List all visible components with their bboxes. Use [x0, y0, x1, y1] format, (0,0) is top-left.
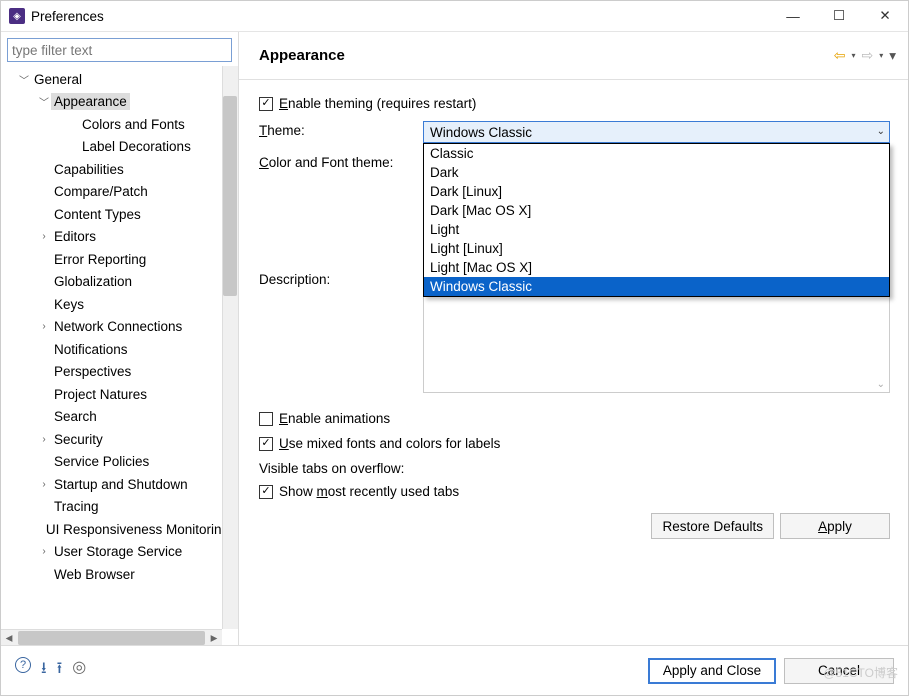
tree-item-keys[interactable]: Keys	[7, 293, 238, 316]
show-mru-row: Show most recently used tabs	[259, 484, 890, 499]
nav-history: ⇦ ▾ ⇨ ▾ ▾	[832, 47, 898, 64]
tree-item-service-policies[interactable]: Service Policies	[7, 451, 238, 474]
nav-forward-icon[interactable]: ⇨	[859, 47, 875, 64]
titlebar: ◈ Preferences — ☐ ✕	[1, 1, 908, 31]
theme-option[interactable]: Light	[424, 220, 889, 239]
use-mixed-fonts-checkbox[interactable]	[259, 437, 273, 451]
left-pane: ﹀General ﹀Appearance Colors and Fonts La…	[1, 32, 239, 645]
theme-option[interactable]: Dark	[424, 163, 889, 182]
visible-tabs-label: Visible tabs on overflow:	[259, 461, 890, 476]
page-content: Enable theming (requires restart) Theme:…	[239, 80, 908, 645]
enable-theming-row: Enable theming (requires restart)	[259, 96, 890, 111]
theme-option[interactable]: Windows Classic	[424, 277, 889, 296]
theme-combo-value: Windows Classic	[430, 125, 532, 140]
apply-and-close-button[interactable]: Apply and Close	[648, 658, 776, 684]
enable-theming-checkbox[interactable]	[259, 97, 273, 111]
chevron-down-icon: ⌄	[877, 126, 885, 137]
enable-theming-label[interactable]: Enable theming (requires restart)	[279, 96, 476, 111]
tree-item-capabilities[interactable]: Capabilities	[7, 158, 238, 181]
toolbar-menu-icon[interactable]: ▾	[887, 48, 898, 64]
tree-item-editors[interactable]: ›Editors	[7, 226, 238, 249]
tree-item-compare-patch[interactable]: Compare/Patch	[7, 181, 238, 204]
theme-combo[interactable]: Windows Classic ⌄ Classic Dark Dark [Lin…	[423, 121, 890, 143]
tree-item-content-types[interactable]: Content Types	[7, 203, 238, 226]
theme-option[interactable]: Dark [Mac OS X]	[424, 201, 889, 220]
theme-option[interactable]: Dark [Linux]	[424, 182, 889, 201]
restore-defaults-button[interactable]: Restore Defaults	[651, 513, 774, 539]
tree-item-startup-shutdown[interactable]: ›Startup and Shutdown	[7, 473, 238, 496]
enable-animations-label[interactable]: Enable animations	[279, 411, 390, 426]
description-label: Description:	[259, 270, 423, 287]
tree-item-globalization[interactable]: Globalization	[7, 271, 238, 294]
eclipse-icon: ◈	[9, 8, 25, 24]
tree-item-error-reporting[interactable]: Error Reporting	[7, 248, 238, 271]
right-pane: Appearance ⇦ ▾ ⇨ ▾ ▾ Enable theming (req…	[239, 32, 908, 645]
oomph-icon[interactable]: ◎	[72, 657, 86, 684]
theme-option[interactable]: Classic	[424, 144, 889, 163]
page-header: Appearance ⇦ ▾ ⇨ ▾ ▾	[239, 32, 908, 80]
chevron-down-icon: ﹀	[17, 72, 31, 87]
cancel-button[interactable]: Cancel	[784, 658, 894, 684]
dialog-body: ﹀General ﹀Appearance Colors and Fonts La…	[1, 31, 908, 645]
color-font-label: Color and Font theme:	[259, 153, 423, 170]
tree-item-user-storage[interactable]: ›User Storage Service	[7, 541, 238, 564]
tree-item-security[interactable]: ›Security	[7, 428, 238, 451]
tree-item-label-decorations[interactable]: Label Decorations	[7, 136, 238, 159]
show-mru-label[interactable]: Show most recently used tabs	[279, 484, 459, 499]
nav-forward-menu-icon[interactable]: ▾	[877, 51, 885, 60]
tree-item-appearance[interactable]: ﹀Appearance	[7, 91, 238, 114]
close-button[interactable]: ✕	[862, 1, 908, 31]
tree-item-network[interactable]: ›Network Connections	[7, 316, 238, 339]
chevron-right-icon: ›	[37, 434, 51, 445]
tree-item-perspectives[interactable]: Perspectives	[7, 361, 238, 384]
tree-item-tracing[interactable]: Tracing	[7, 496, 238, 519]
enable-animations-checkbox[interactable]	[259, 412, 273, 426]
chevron-right-icon: ›	[37, 321, 51, 332]
tree-item-general[interactable]: ﹀General	[7, 68, 238, 91]
use-mixed-fonts-row: Use mixed fonts and colors for labels	[259, 436, 890, 451]
nav-back-icon[interactable]: ⇦	[832, 47, 848, 64]
scroll-right-icon[interactable]: ▸	[206, 631, 222, 645]
theme-option[interactable]: Light [Linux]	[424, 239, 889, 258]
chevron-right-icon: ›	[37, 479, 51, 490]
tree-hscrollbar[interactable]: ◂ ▸	[1, 629, 222, 645]
export-icon[interactable]: ⭱	[57, 657, 63, 684]
theme-option[interactable]: Light [Mac OS X]	[424, 258, 889, 277]
maximize-button[interactable]: ☐	[816, 1, 862, 31]
page-button-row: Restore Defaults Apply	[259, 513, 890, 539]
page-title: Appearance	[259, 47, 832, 64]
resize-grip-icon: ⌄	[877, 379, 885, 390]
theme-dropdown: Classic Dark Dark [Linux] Dark [Mac OS X…	[423, 143, 890, 297]
window-title: Preferences	[31, 9, 770, 24]
theme-label: Theme:	[259, 121, 423, 138]
apply-button[interactable]: Apply	[780, 513, 890, 539]
tree-vscrollbar[interactable]	[222, 66, 238, 629]
theme-row: Theme: Windows Classic ⌄ Classic Dark Da…	[259, 121, 890, 143]
enable-animations-row: Enable animations	[259, 411, 890, 426]
dialog-footer: ? ⭳ ⭱ ◎ Apply and Close Cancel	[1, 645, 908, 695]
preferences-window: ◈ Preferences — ☐ ✕ ﹀General ﹀Appearance	[0, 0, 909, 696]
chevron-right-icon: ›	[37, 546, 51, 557]
minimize-button[interactable]: —	[770, 1, 816, 31]
preference-tree: ﹀General ﹀Appearance Colors and Fonts La…	[1, 66, 238, 645]
show-mru-checkbox[interactable]	[259, 485, 273, 499]
chevron-down-icon: ﹀	[37, 94, 51, 109]
filter-input[interactable]	[7, 38, 232, 62]
window-controls: — ☐ ✕	[770, 1, 908, 31]
help-icon[interactable]: ?	[15, 657, 31, 673]
tree-item-project-natures[interactable]: Project Natures	[7, 383, 238, 406]
tree-item-search[interactable]: Search	[7, 406, 238, 429]
scroll-left-icon[interactable]: ◂	[1, 631, 17, 645]
use-mixed-fonts-label[interactable]: Use mixed fonts and colors for labels	[279, 436, 500, 451]
tree-item-colors-fonts[interactable]: Colors and Fonts	[7, 113, 238, 136]
tree-item-notifications[interactable]: Notifications	[7, 338, 238, 361]
tree-item-web-browser[interactable]: Web Browser	[7, 563, 238, 586]
tree-item-ui-responsiveness[interactable]: UI Responsiveness Monitoring	[7, 518, 238, 541]
nav-back-menu-icon[interactable]: ▾	[849, 51, 857, 60]
chevron-right-icon: ›	[37, 231, 51, 242]
import-icon[interactable]: ⭳	[41, 657, 47, 684]
